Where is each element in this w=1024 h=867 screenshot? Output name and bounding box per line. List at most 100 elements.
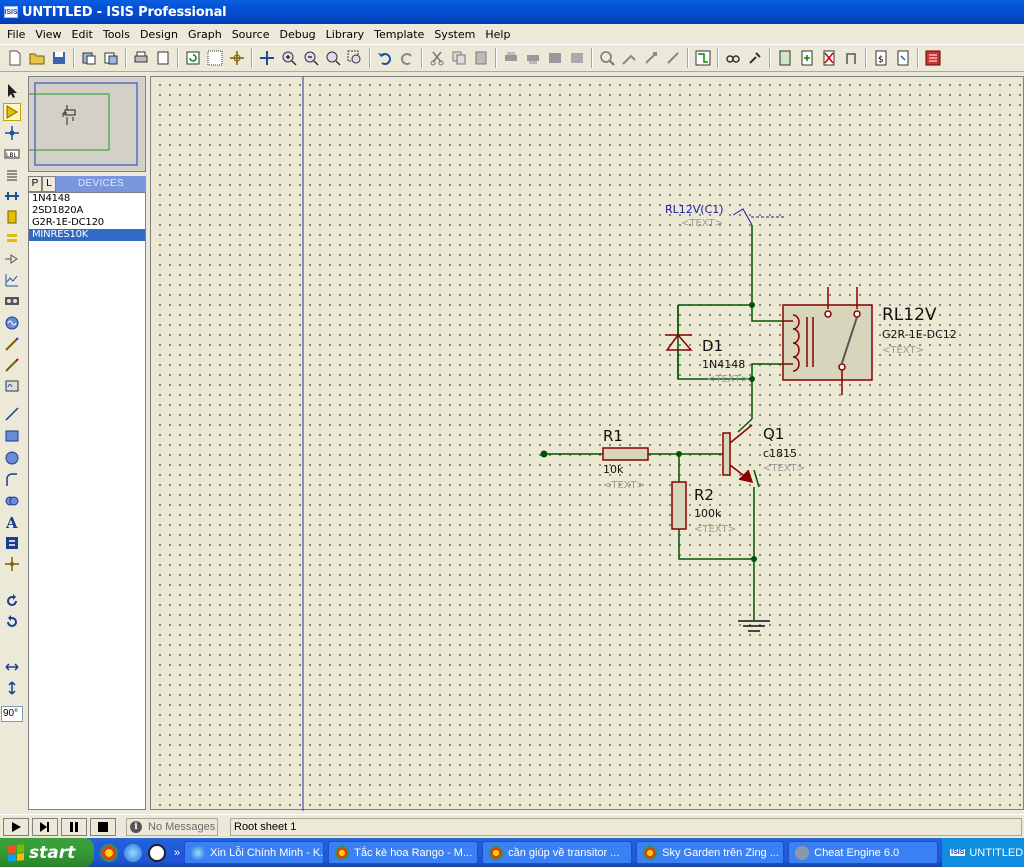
circle-tool-icon[interactable] (3, 449, 21, 467)
pick-from-library-button[interactable]: P (28, 176, 42, 192)
zoom-out-icon[interactable] (301, 48, 321, 68)
make-device-icon[interactable] (619, 48, 639, 68)
print-area-icon[interactable] (153, 48, 173, 68)
mirror-horizontal-icon[interactable] (3, 658, 21, 676)
block-move-icon[interactable] (523, 48, 543, 68)
bus-icon[interactable] (3, 187, 21, 205)
ground-terminal[interactable] (738, 620, 770, 632)
junction-dot-icon[interactable] (3, 124, 21, 142)
panda-quicklaunch-icon[interactable] (148, 843, 166, 862)
netlist-to-ares-icon[interactable] (923, 48, 943, 68)
import-icon[interactable] (79, 48, 99, 68)
component-mode-icon[interactable] (3, 103, 21, 121)
device-item[interactable]: 2SD1820A (29, 205, 145, 217)
overview-window[interactable] (26, 76, 146, 172)
menu-system[interactable]: System (429, 28, 480, 41)
property-tool-icon[interactable] (745, 48, 765, 68)
device-pins-icon[interactable] (3, 250, 21, 268)
open-folder-icon[interactable] (27, 48, 47, 68)
search-tag-icon[interactable] (723, 48, 743, 68)
device-item[interactable]: G2R-1E-DC120 (29, 217, 145, 229)
block-copy-icon[interactable] (501, 48, 521, 68)
cut-icon[interactable] (427, 48, 447, 68)
menu-design[interactable]: Design (135, 28, 183, 41)
undo-icon[interactable] (375, 48, 395, 68)
mirror-vertical-icon[interactable] (3, 679, 21, 697)
packaging-tool-icon[interactable] (641, 48, 661, 68)
copy-icon[interactable] (449, 48, 469, 68)
stop-button[interactable] (90, 817, 116, 836)
redo-icon[interactable] (397, 48, 417, 68)
line-tool-icon[interactable] (3, 405, 21, 423)
paste-icon[interactable] (471, 48, 491, 68)
current-probe-icon[interactable] (3, 356, 21, 374)
pick-device-icon[interactable] (597, 48, 617, 68)
pause-button[interactable] (61, 817, 87, 836)
library-manager-button[interactable]: L (42, 176, 56, 192)
arc-tool-icon[interactable] (3, 471, 21, 489)
tape-recorder-icon[interactable] (3, 292, 21, 310)
voltage-probe-icon[interactable] (3, 335, 21, 353)
menu-tools[interactable]: Tools (98, 28, 135, 41)
decompose-icon[interactable] (663, 48, 683, 68)
symbol-tool-icon[interactable] (3, 534, 21, 552)
graph-mode-icon[interactable] (3, 271, 21, 289)
selection-mode-icon[interactable] (3, 82, 21, 100)
title-bar[interactable]: ISIS UNTITLED - ISIS Professional (0, 0, 1024, 24)
taskbar-item[interactable]: cần giúp về transitor ... (482, 841, 633, 864)
generator-mode-icon[interactable] (3, 314, 21, 332)
subcircuit-icon[interactable] (3, 208, 21, 226)
text-tool-icon[interactable]: A (3, 513, 21, 531)
exit-to-parent-icon[interactable] (841, 48, 861, 68)
menu-graph[interactable]: Graph (183, 28, 227, 41)
new-file-icon[interactable] (5, 48, 25, 68)
rotation-angle-field[interactable]: 90° (1, 706, 23, 722)
refresh-icon[interactable] (183, 48, 203, 68)
text-script-icon[interactable] (3, 166, 21, 184)
zoom-area-icon[interactable] (345, 48, 365, 68)
taskbar-item[interactable]: Tắc kè hoa Rango - M... (328, 841, 479, 864)
zoom-all-icon[interactable] (323, 48, 343, 68)
ie-quicklaunch-icon[interactable] (124, 843, 142, 862)
menu-file[interactable]: File (2, 28, 30, 41)
taskbar-item[interactable]: Sky Garden trên Zing ... (636, 841, 785, 864)
menu-source[interactable]: Source (227, 28, 275, 41)
taskbar-item-active[interactable]: ISIS UNTITLED (942, 838, 1024, 867)
schematic-canvas[interactable]: RL12V(C1) <TEXT> D1 1N4148 <TEXT> RL12V … (150, 76, 1024, 811)
device-item[interactable]: 1N4148 (29, 193, 145, 205)
menu-debug[interactable]: Debug (274, 28, 320, 41)
print-icon[interactable] (131, 48, 151, 68)
path-tool-icon[interactable] (3, 492, 21, 510)
wire-label-icon[interactable]: LBL (3, 145, 21, 163)
terminals-mode-icon[interactable] (3, 229, 21, 247)
marker-tool-icon[interactable] (3, 555, 21, 573)
grid-toggle-icon[interactable] (205, 48, 225, 68)
box-tool-icon[interactable] (3, 427, 21, 445)
chrome-quicklaunch-icon[interactable] (100, 843, 118, 862)
wire-autorouter-icon[interactable] (693, 48, 713, 68)
taskbar-item[interactable]: Cheat Engine 6.0 (788, 841, 939, 864)
rotate-anticlockwise-icon[interactable] (3, 613, 21, 631)
origin-icon[interactable] (227, 48, 247, 68)
new-sheet-icon[interactable] (775, 48, 795, 68)
menu-view[interactable]: View (30, 28, 66, 41)
electrical-rule-check-icon[interactable] (893, 48, 913, 68)
rotate-clockwise-icon[interactable] (3, 592, 21, 610)
bill-of-materials-icon[interactable]: $ (871, 48, 891, 68)
device-item-selected[interactable]: MINRES10K (29, 229, 145, 241)
block-delete-icon[interactable] (567, 48, 587, 68)
terminal-rl12v-c1[interactable]: RL12V(C1) <TEXT> (665, 203, 784, 229)
play-button[interactable] (3, 817, 29, 836)
block-rotate-icon[interactable] (545, 48, 565, 68)
resistor-r1[interactable] (602, 447, 649, 461)
save-icon[interactable] (49, 48, 69, 68)
step-button[interactable] (32, 817, 58, 836)
add-sheet-icon[interactable] (797, 48, 817, 68)
messages-indicator[interactable]: i No Messages (126, 817, 218, 836)
menu-library[interactable]: Library (321, 28, 369, 41)
menu-template[interactable]: Template (369, 28, 429, 41)
taskbar-item[interactable]: Xin Lỗi Chính Minh - K... (184, 841, 325, 864)
relay-rl12v[interactable] (782, 287, 873, 395)
transistor-q1[interactable] (722, 424, 754, 484)
menu-edit[interactable]: Edit (67, 28, 98, 41)
